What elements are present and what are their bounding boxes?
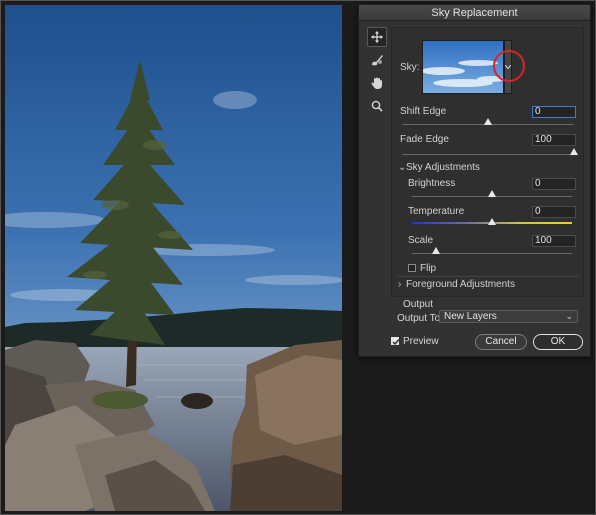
brightness-label: Brightness [408, 178, 456, 189]
shift-edge-input[interactable]: 0 [532, 106, 576, 118]
temperature-slider-thumb[interactable] [488, 218, 496, 225]
fade-edge-track[interactable] [402, 154, 574, 155]
ok-button[interactable]: OK [533, 334, 583, 350]
fade-edge-label: Fade Edge [400, 134, 449, 145]
temperature-input[interactable]: 0 [532, 206, 576, 218]
sky-preset-thumbnail[interactable] [422, 40, 504, 94]
foreground-adjustments-label: Foreground Adjustments [406, 279, 515, 290]
photo-canvas[interactable] [5, 5, 342, 511]
sky-brush-icon[interactable] [367, 50, 387, 70]
preview-label: Preview [403, 336, 439, 347]
settings-panel: Sky: Shift Edge 0 Fade Edge 100 ⌄Sky Adj… [391, 27, 584, 297]
brightness-slider-thumb[interactable] [488, 190, 496, 197]
chevron-down-icon: ⌄ [565, 311, 573, 321]
sky-adjustments-section[interactable]: ⌄Sky Adjustments [398, 162, 480, 173]
shift-edge-slider-thumb[interactable] [484, 118, 492, 125]
landscape-photo [5, 5, 342, 511]
chevron-down-icon: ⌄ [398, 162, 407, 173]
fade-edge-input[interactable]: 100 [532, 134, 576, 146]
scale-input[interactable]: 100 [532, 235, 576, 247]
highlight-circle [493, 50, 525, 82]
scale-slider-thumb[interactable] [432, 247, 440, 254]
section-divider [398, 276, 578, 277]
sky-adjustments-label: Sky Adjustments [406, 162, 480, 173]
preview-checkbox[interactable] [391, 337, 400, 346]
tool-column [367, 27, 387, 119]
flip-checkbox[interactable] [408, 264, 416, 272]
checkmark-icon [392, 339, 400, 346]
zoom-icon[interactable] [367, 96, 387, 116]
chevron-right-icon: › [398, 279, 402, 290]
cancel-button[interactable]: Cancel [475, 334, 527, 350]
scale-label: Scale [408, 235, 434, 246]
sky-replacement-dialog: Sky Replacement Sky: Shift Edge 0 Fade E… [358, 4, 591, 357]
foreground-adjustments-section[interactable]: › Foreground Adjustments [398, 279, 515, 290]
output-to-select[interactable]: New Layers ⌄ [439, 310, 578, 323]
output-to-label: Output To: [397, 313, 443, 324]
dialog-title: Sky Replacement [359, 5, 590, 21]
move-icon[interactable] [367, 27, 387, 47]
hand-icon[interactable] [367, 73, 387, 93]
sky-label: Sky: [400, 62, 420, 73]
output-to-value: New Layers [444, 311, 497, 322]
brightness-input[interactable]: 0 [532, 178, 576, 190]
output-title: Output [403, 299, 434, 310]
temperature-label: Temperature [408, 206, 465, 217]
shift-edge-label: Shift Edge [400, 106, 447, 117]
fade-edge-slider-thumb[interactable] [570, 148, 578, 155]
flip-label: Flip [420, 263, 437, 274]
